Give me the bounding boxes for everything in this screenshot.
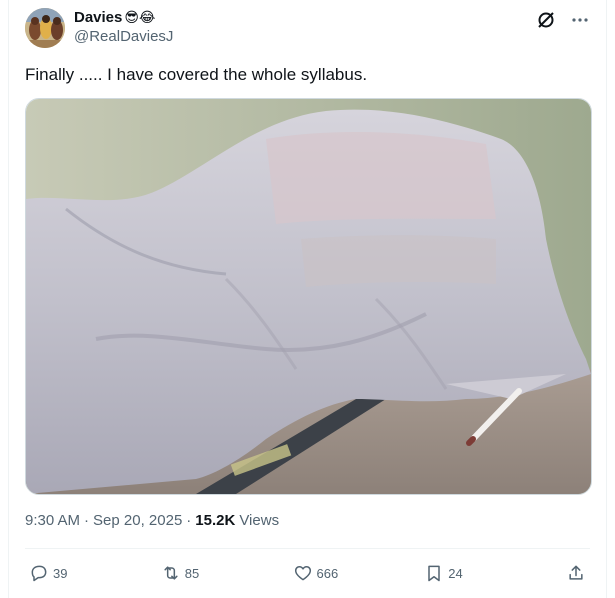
views-count: 15.2K bbox=[195, 512, 236, 529]
tweet-text: Finally ..... I have covered the whole s… bbox=[25, 65, 368, 84]
reply-count: 39 bbox=[53, 565, 68, 581]
repost-count: 85 bbox=[184, 565, 200, 581]
avatar[interactable] bbox=[25, 8, 65, 48]
bookmark-icon bbox=[424, 563, 444, 583]
grok-icon[interactable] bbox=[536, 10, 556, 30]
share-icon bbox=[566, 563, 586, 583]
header-actions bbox=[536, 10, 590, 30]
meta-separator: · bbox=[84, 512, 90, 529]
like-count: 666 bbox=[316, 565, 339, 581]
more-icon[interactable] bbox=[570, 10, 590, 30]
bookmark-count: 24 bbox=[448, 565, 463, 581]
action-bar: 39 85 666 24 bbox=[29, 560, 586, 586]
bookmark-button[interactable]: 24 bbox=[424, 563, 534, 583]
divider bbox=[25, 548, 590, 549]
heart-icon bbox=[293, 563, 313, 583]
tweet-photo[interactable] bbox=[25, 98, 592, 495]
share-button[interactable] bbox=[556, 563, 586, 583]
tweet-meta: 9:30 AM · Sep 20, 2025 · 15.2K Views bbox=[25, 512, 279, 529]
tweet-header: Davies 😎😂 @RealDaviesJ bbox=[25, 8, 590, 52]
views-label: Views bbox=[239, 512, 280, 529]
display-name[interactable]: Davies bbox=[74, 9, 122, 26]
tweet-time[interactable]: 9:30 AM bbox=[25, 512, 80, 529]
name-emojis: 😎😂 bbox=[124, 9, 156, 26]
tweet-date[interactable]: Sep 20, 2025 bbox=[93, 512, 182, 529]
author-names: Davies 😎😂 @RealDaviesJ bbox=[74, 9, 173, 45]
tweet-card: Davies 😎😂 @RealDaviesJ Finally ..... I h… bbox=[8, 0, 607, 598]
repost-icon bbox=[161, 563, 181, 583]
reply-icon bbox=[29, 563, 49, 583]
meta-separator: · bbox=[186, 512, 192, 529]
like-button[interactable]: 666 bbox=[293, 563, 403, 583]
handle[interactable]: @RealDaviesJ bbox=[74, 28, 173, 45]
repost-button[interactable]: 85 bbox=[161, 563, 271, 583]
reply-button[interactable]: 39 bbox=[29, 563, 139, 583]
